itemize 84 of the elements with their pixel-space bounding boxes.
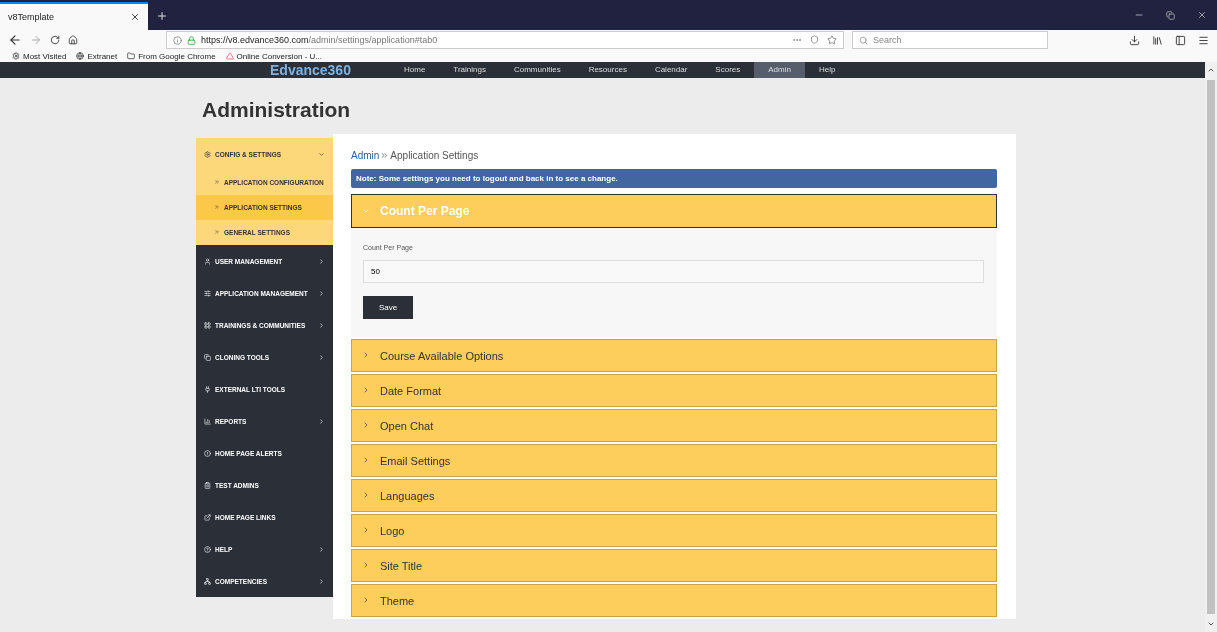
library-icon[interactable]: [1152, 34, 1163, 46]
menu-item-icon: [204, 449, 211, 457]
chevrons-right-icon: [380, 151, 390, 160]
site-logo: Edvance360: [270, 62, 352, 78]
accordion-header[interactable]: Theme: [351, 584, 997, 617]
browser-tab[interactable]: v8Template: [0, 2, 148, 30]
bookmark[interactable]: Extranet: [76, 51, 118, 61]
caret-icon: [362, 491, 370, 500]
accordion-header[interactable]: Languages: [351, 479, 997, 512]
chevron-right-icon: [318, 353, 325, 361]
nav-link[interactable]: Scores: [701, 62, 755, 78]
caret-icon: [362, 456, 370, 465]
globe-icon: [76, 52, 85, 60]
back-icon[interactable]: [8, 33, 22, 47]
chevron-right-icon: [318, 257, 325, 265]
address-bar[interactable]: https://v8.edvance360.com/admin/settings/application#tab0: [166, 31, 844, 49]
accordion-header[interactable]: Site Title: [351, 549, 997, 582]
caret-icon: [362, 526, 370, 535]
reload-icon[interactable]: [50, 35, 60, 45]
bookmark[interactable]: Online Conversion - U...: [225, 51, 322, 61]
menu-item-icon: [204, 150, 211, 158]
nav-link[interactable]: Communities: [499, 62, 575, 78]
chevrons-right-icon: [214, 229, 220, 236]
star-icon[interactable]: [827, 35, 837, 45]
sidebar-icon[interactable]: [1175, 34, 1186, 46]
menu-item-icon: [204, 289, 211, 297]
search-field[interactable]: Search: [852, 31, 1048, 49]
chevron-right-icon: [318, 577, 325, 585]
nav-link[interactable]: Resources: [574, 62, 641, 78]
menu-item-icon: [204, 321, 211, 329]
chevrons-right-icon: [214, 179, 220, 185]
download-icon[interactable]: [1129, 34, 1140, 46]
page-title: Administration: [202, 98, 352, 122]
new-tab-icon[interactable]: [156, 10, 168, 22]
chevron-down-icon: [318, 150, 325, 158]
chevron-right-icon: [318, 321, 325, 329]
scroll-down-icon[interactable]: [1207, 620, 1215, 628]
caret-icon: [362, 596, 370, 605]
menu-item-icon: [204, 481, 211, 489]
bookmark[interactable]: Most Visited: [12, 51, 67, 61]
caret-icon: [362, 351, 370, 360]
menu-item-icon: [204, 385, 211, 393]
chevrons-right-icon: [214, 204, 220, 211]
save-button[interactable]: Save: [363, 296, 414, 319]
menu-item-icon: [204, 545, 211, 553]
info-icon[interactable]: [173, 35, 182, 45]
gear-icon: [12, 52, 20, 60]
nav-link[interactable]: Home: [390, 62, 440, 78]
nav-link[interactable]: Help: [804, 62, 850, 78]
accordion-header[interactable]: Logo: [351, 514, 997, 547]
breadcrumb-link[interactable]: Admin: [351, 150, 380, 161]
chevron-right-icon: [318, 289, 325, 297]
menu-item-icon: [204, 257, 211, 265]
note-banner: Note: Some settings you need to logout and back in to see a change.: [351, 169, 997, 188]
chevron-right-icon: [318, 417, 325, 425]
chevron-right-icon: [318, 545, 325, 553]
scroll-up-icon[interactable]: [1207, 66, 1215, 74]
caret-icon: [362, 386, 370, 395]
breadcrumb-current: Application Settings: [390, 150, 479, 161]
close-icon[interactable]: [1197, 10, 1207, 20]
triangle-icon: [225, 52, 234, 60]
menu-item-icon: [204, 513, 211, 521]
caret-icon: [362, 421, 370, 430]
restore-icon[interactable]: [1166, 10, 1175, 20]
accordion-header[interactable]: Date Format: [351, 374, 997, 407]
close-icon[interactable]: [130, 12, 140, 22]
home-icon[interactable]: [68, 35, 78, 45]
caret-icon: [362, 561, 370, 570]
accordion-header[interactable]: Email Settings: [351, 444, 997, 477]
nav-link[interactable]: Trainings: [439, 62, 500, 78]
lock-icon: [187, 35, 196, 45]
nav-link[interactable]: Calendar: [640, 62, 702, 78]
scrollbar[interactable]: [1205, 62, 1217, 632]
search-icon: [859, 35, 868, 45]
menu-item-icon: [204, 577, 211, 585]
nav-link[interactable]: Admin: [754, 62, 805, 78]
bookmark[interactable]: From Google Chrome: [127, 51, 216, 61]
menu-item-icon: [204, 353, 211, 361]
menu-icon[interactable]: [1198, 34, 1209, 46]
menu-item-icon: [204, 417, 211, 425]
accordion-header[interactable]: Course Available Options: [351, 339, 997, 372]
input-field[interactable]: 50: [363, 260, 984, 283]
accordion-header[interactable]: Open Chat: [351, 409, 997, 442]
folder-icon: [127, 52, 136, 60]
